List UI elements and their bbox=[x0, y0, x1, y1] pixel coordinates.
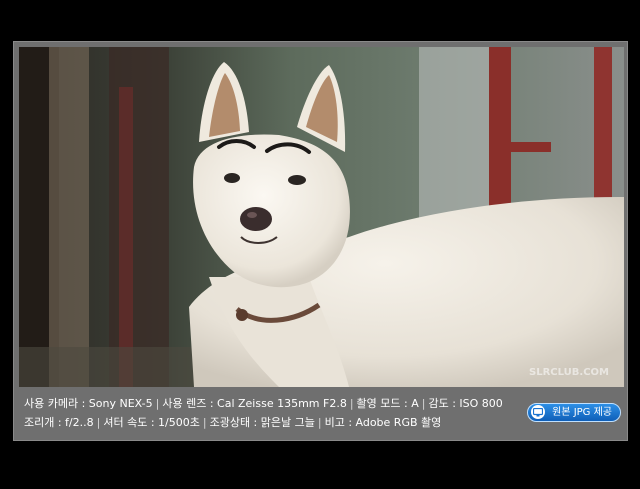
camera-label: 사용 카메라 : Sony NEX-5 bbox=[24, 397, 153, 410]
exif-line-2: 조리개 : f/2..8 | 셔터 속도 : 1/500초 | 조광상태 : 맑은날 그… bbox=[24, 413, 524, 432]
iso-label: 감도 : ISO 800 bbox=[428, 397, 503, 410]
separator: | bbox=[349, 397, 354, 410]
page: SLRCLUB.COM 사용 카메라 : Sony NEX-5 | 사용 렌즈 : … bbox=[0, 0, 640, 489]
monitor-icon bbox=[531, 405, 546, 419]
watermark: SLRCLUB.COM bbox=[529, 367, 609, 378]
dog-photo-image: SLRCLUB.COM bbox=[19, 47, 624, 387]
original-jpg-label: 원본 JPG 제공 bbox=[552, 407, 612, 418]
mode-label: 촬영 모드 : A bbox=[356, 397, 419, 410]
exif-info: 사용 카메라 : Sony NEX-5 | 사용 렌즈 : Cal Zeisse 1… bbox=[24, 394, 524, 432]
exif-line-1: 사용 카메라 : Sony NEX-5 | 사용 렌즈 : Cal Zeisse 1… bbox=[24, 394, 524, 413]
separator: | bbox=[202, 416, 207, 429]
separator: | bbox=[155, 397, 160, 410]
lens-label: 사용 렌즈 : Cal Zeisse 135mm F2.8 bbox=[162, 397, 347, 410]
shutter-label: 셔터 속도 : 1/500초 bbox=[103, 416, 200, 429]
original-jpg-button[interactable]: 원본 JPG 제공 bbox=[527, 403, 621, 422]
separator: | bbox=[96, 416, 101, 429]
lighting-label: 조광상태 : 맑은날 그늘 bbox=[209, 416, 315, 429]
separator: | bbox=[421, 397, 426, 410]
separator: | bbox=[317, 416, 322, 429]
note-label: 비고 : Adobe RGB 촬영 bbox=[324, 416, 442, 429]
photo: SLRCLUB.COM bbox=[19, 47, 624, 387]
photo-panel: SLRCLUB.COM 사용 카메라 : Sony NEX-5 | 사용 렌즈 : … bbox=[13, 41, 628, 441]
aperture-label: 조리개 : f/2..8 bbox=[24, 416, 94, 429]
